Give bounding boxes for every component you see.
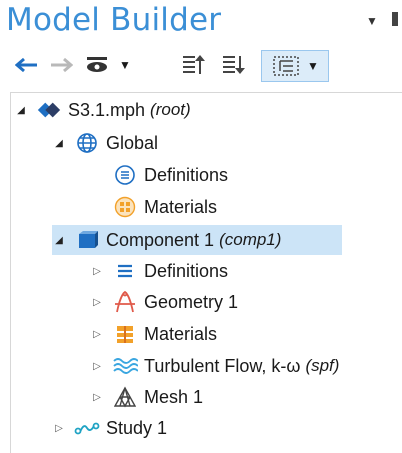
tree-tag: (spf) <box>305 356 340 375</box>
tree-node-global-definitions[interactable]: Definitions <box>112 160 228 190</box>
definitions-icon <box>112 163 138 187</box>
chevron-down-icon[interactable]: ▼ <box>366 14 378 28</box>
tree-node-root[interactable]: ◢ S3.1.mph (root) <box>14 95 191 125</box>
mesh-icon <box>112 385 138 409</box>
expand-toggle[interactable]: ◢ <box>52 138 66 149</box>
model-builder-toolbar: ▼ ▼ <box>12 50 392 84</box>
tree-label: Definitions <box>144 260 229 281</box>
tree-label: Turbulent Flow, k-ω <box>144 355 301 376</box>
materials-grid-icon <box>112 322 138 346</box>
tree-label: Materials <box>144 323 218 344</box>
collapsed-toggle[interactable]: ▷ <box>52 423 66 434</box>
tree-label: Materials <box>144 196 218 217</box>
tree-node-turbulent-flow[interactable]: ▷ Turbulent Flow, k-ω (spf) <box>90 351 339 381</box>
tree-node-mesh[interactable]: ▷ Mesh 1 <box>90 382 203 412</box>
model-file-icon <box>36 98 62 122</box>
collapsed-toggle[interactable]: ▷ <box>90 361 104 372</box>
study-icon <box>74 416 100 440</box>
tree-label: Global <box>106 132 159 153</box>
globe-icon <box>74 131 100 155</box>
collapse-all-icon[interactable] <box>178 50 208 80</box>
model-tree-view-icon[interactable]: ▼ <box>261 50 329 82</box>
tree-node-component[interactable]: ◢ Component 1 (comp1) <box>52 225 342 255</box>
expand-all-icon[interactable] <box>218 50 248 80</box>
tree-node-global[interactable]: ◢ Global <box>52 128 158 158</box>
materials-icon <box>112 195 138 219</box>
arrow-right-icon[interactable] <box>46 50 76 80</box>
chevron-down-icon[interactable]: ▼ <box>307 59 319 73</box>
collapsed-toggle[interactable]: ▷ <box>90 266 104 277</box>
collapsed-toggle[interactable]: ▷ <box>90 297 104 308</box>
tree-label: Mesh 1 <box>144 386 204 407</box>
tree-label: S3.1.mph <box>68 99 146 120</box>
expand-toggle[interactable]: ◢ <box>52 235 66 246</box>
tree-node-comp-definitions[interactable]: ▷ Definitions <box>90 256 228 286</box>
show-eye-icon[interactable] <box>82 50 112 80</box>
tree-label: Component 1 <box>106 229 215 250</box>
dropdown-icon[interactable]: ▼ <box>116 50 134 80</box>
tree-label: Study 1 <box>106 417 168 438</box>
collapsed-toggle[interactable]: ▷ <box>90 392 104 403</box>
collapsed-toggle[interactable]: ▷ <box>90 329 104 340</box>
tree-node-study[interactable]: ▷ Study 1 <box>52 413 167 443</box>
geometry-icon <box>112 290 138 314</box>
definitions-list-icon <box>112 259 138 283</box>
tree-node-global-materials[interactable]: Materials <box>112 192 217 222</box>
tree-node-geometry[interactable]: ▷ Geometry 1 <box>90 287 238 317</box>
tree-tag: (root) <box>150 100 191 119</box>
tree-label: Geometry 1 <box>144 291 239 312</box>
tree-label: Definitions <box>144 164 229 185</box>
model-builder-title: Model Builder <box>6 2 222 38</box>
flow-waves-icon <box>112 354 138 378</box>
tree-node-comp-materials[interactable]: ▷ Materials <box>90 319 217 349</box>
arrow-left-icon[interactable] <box>12 50 42 80</box>
expand-toggle[interactable]: ◢ <box>14 105 28 116</box>
tree-tag: (comp1) <box>219 230 282 249</box>
pin-icon[interactable] <box>392 12 398 26</box>
component-icon <box>74 228 100 252</box>
